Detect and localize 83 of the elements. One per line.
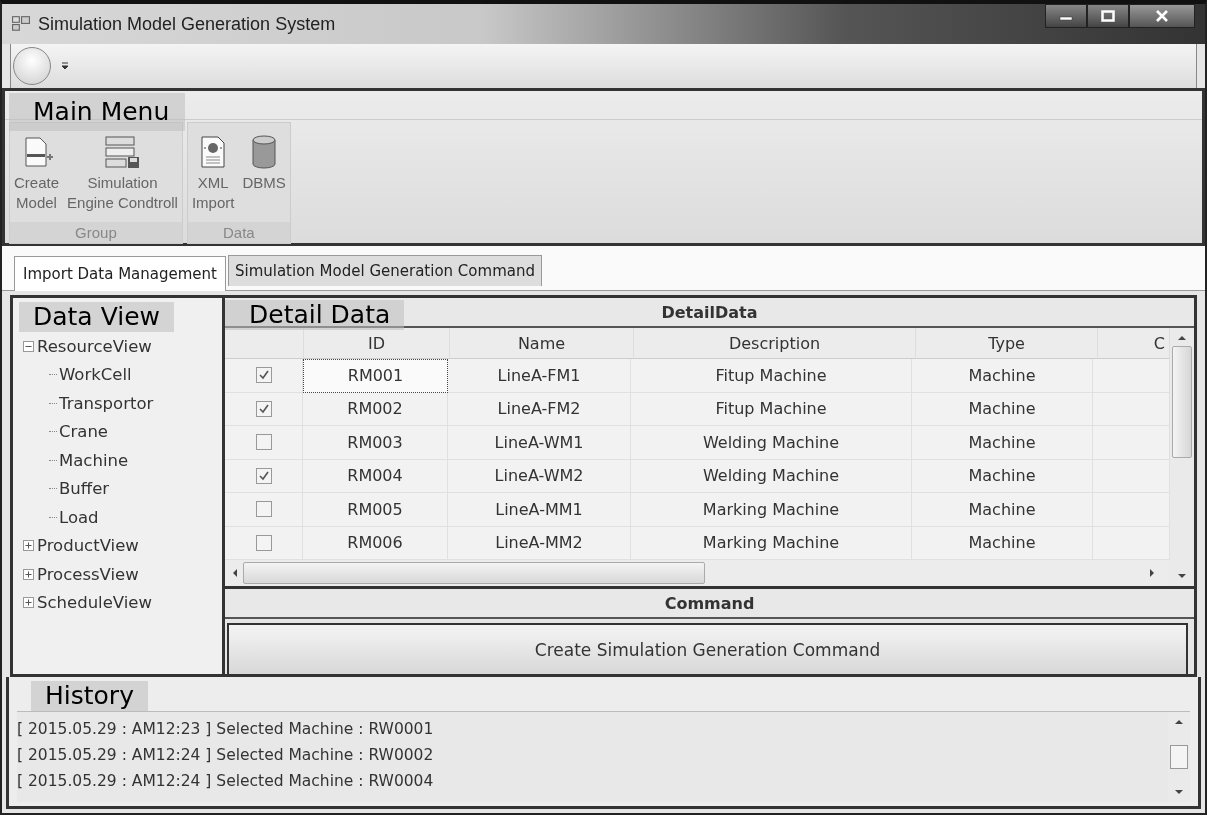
log-line: [ 2015.05.29 : AM12:24 ] Selected Machine : RW0002: [17, 745, 435, 766]
application-menu-button[interactable]: [13, 47, 51, 85]
table-cell: RM004: [303, 459, 448, 493]
maximize-button[interactable]: [1087, 4, 1129, 28]
column-header[interactable]: Name: [450, 328, 634, 359]
table-cell: Machine: [912, 359, 1093, 393]
checkbox[interactable]: [255, 534, 272, 551]
annotation-label: Data View: [19, 302, 174, 332]
column-header[interactable]: Type: [916, 328, 1098, 359]
tree-item[interactable]: WorkCell: [59, 365, 132, 385]
annotation-label: Detail Data: [225, 300, 405, 330]
ribbon-button[interactable]: Simulation Engine Condtroll: [63, 135, 182, 222]
checkbox[interactable]: [255, 434, 272, 451]
checkbox[interactable]: [255, 467, 272, 484]
scroll-down-icon[interactable]: [1174, 788, 1184, 796]
scrollbar-thumb[interactable]: [1172, 346, 1192, 458]
group-label: Data: [187, 222, 290, 243]
tree-item[interactable]: Transportor: [59, 393, 154, 413]
expand-icon[interactable]: [23, 597, 34, 609]
table-cell: RM001: [303, 359, 448, 393]
tree-item[interactable]: ProcessView: [37, 564, 139, 584]
expand-icon[interactable]: [23, 540, 34, 552]
table-cell: Marking Machine: [631, 493, 912, 527]
close-icon: [1155, 10, 1169, 22]
ribbon-button[interactable]: Create Model: [10, 135, 64, 222]
tree-item[interactable]: ScheduleView: [37, 593, 152, 613]
ribbon-button[interactable]: DBMS: [238, 135, 290, 222]
scroll-left-icon[interactable]: [231, 568, 239, 578]
table-cell: RM002: [303, 392, 448, 426]
collapse-icon[interactable]: [23, 340, 34, 352]
tree-item[interactable]: Buffer: [59, 479, 110, 499]
scroll-up-icon[interactable]: [1177, 334, 1187, 342]
table-cell: LineA-WM1: [448, 426, 631, 460]
table-cell: Machine: [912, 392, 1093, 426]
scrollbar-thumb[interactable]: [243, 562, 705, 584]
scroll-down-icon[interactable]: [1177, 572, 1187, 580]
table-cell: LineA-MM2: [448, 526, 631, 560]
tab[interactable]: Import Data Management: [14, 256, 226, 291]
table-cell: LineA-WM2: [448, 459, 631, 493]
scrollbar-thumb[interactable]: [1170, 745, 1188, 769]
expand-icon[interactable]: [23, 568, 34, 580]
table-cell: LineA-FM2: [448, 392, 631, 426]
tree-item[interactable]: Load: [59, 507, 99, 527]
tree-item[interactable]: Machine: [59, 450, 129, 470]
table-cell: Machine: [912, 426, 1093, 460]
database-icon: [251, 135, 278, 169]
ribbon-button[interactable]: XML Import: [187, 135, 239, 222]
tree-item[interactable]: ResourceView: [37, 336, 152, 356]
table-cell: RM006: [303, 526, 448, 560]
minimize-button[interactable]: [1045, 4, 1087, 28]
table-cell: Fitup Machine: [631, 392, 912, 426]
scroll-up-icon[interactable]: [1174, 718, 1184, 726]
checkbox[interactable]: [255, 501, 272, 518]
tab[interactable]: Simulation Model Generation Command: [227, 255, 542, 286]
column-header[interactable]: ID: [304, 328, 450, 359]
table-cell: Machine: [912, 493, 1093, 527]
table-cell: RM005: [303, 493, 448, 527]
create-command-button[interactable]: Create Simulation Generation Command: [227, 623, 1188, 674]
checkbox[interactable]: [255, 367, 272, 384]
table-cell: Fitup Machine: [631, 359, 912, 393]
tree-item[interactable]: ProductView: [37, 536, 139, 556]
window-title: Simulation Model Generation System: [38, 13, 336, 35]
close-button[interactable]: [1129, 4, 1195, 28]
table-cell: Welding Machine: [631, 459, 912, 493]
column-header[interactable]: C: [1098, 328, 1170, 359]
app-icon: [12, 16, 30, 32]
table-cell: RM003: [303, 426, 448, 460]
column-header[interactable]: Description: [634, 328, 916, 359]
table-cell: Machine: [912, 459, 1093, 493]
annotation-label: History: [31, 681, 148, 711]
table-cell: Machine: [912, 526, 1093, 560]
table-cell: Marking Machine: [631, 526, 912, 560]
table-cell: LineA-MM1: [448, 493, 631, 527]
table-cell: Welding Machine: [631, 426, 912, 460]
log-line: [ 2015.05.29 : AM12:24 ] Selected Machine : RW0004: [17, 771, 435, 792]
tree-item[interactable]: Crane: [59, 422, 109, 442]
dropdown-icon[interactable]: [61, 62, 69, 70]
log-line: [ 2015.05.29 : AM12:23 ] Selected Machine : RW0001: [17, 719, 435, 740]
maximize-icon: [1101, 10, 1115, 22]
scroll-right-icon[interactable]: [1148, 568, 1156, 578]
group-label: Group: [10, 222, 182, 243]
checkbox[interactable]: [255, 400, 272, 417]
table-cell: LineA-FM1: [448, 359, 631, 393]
